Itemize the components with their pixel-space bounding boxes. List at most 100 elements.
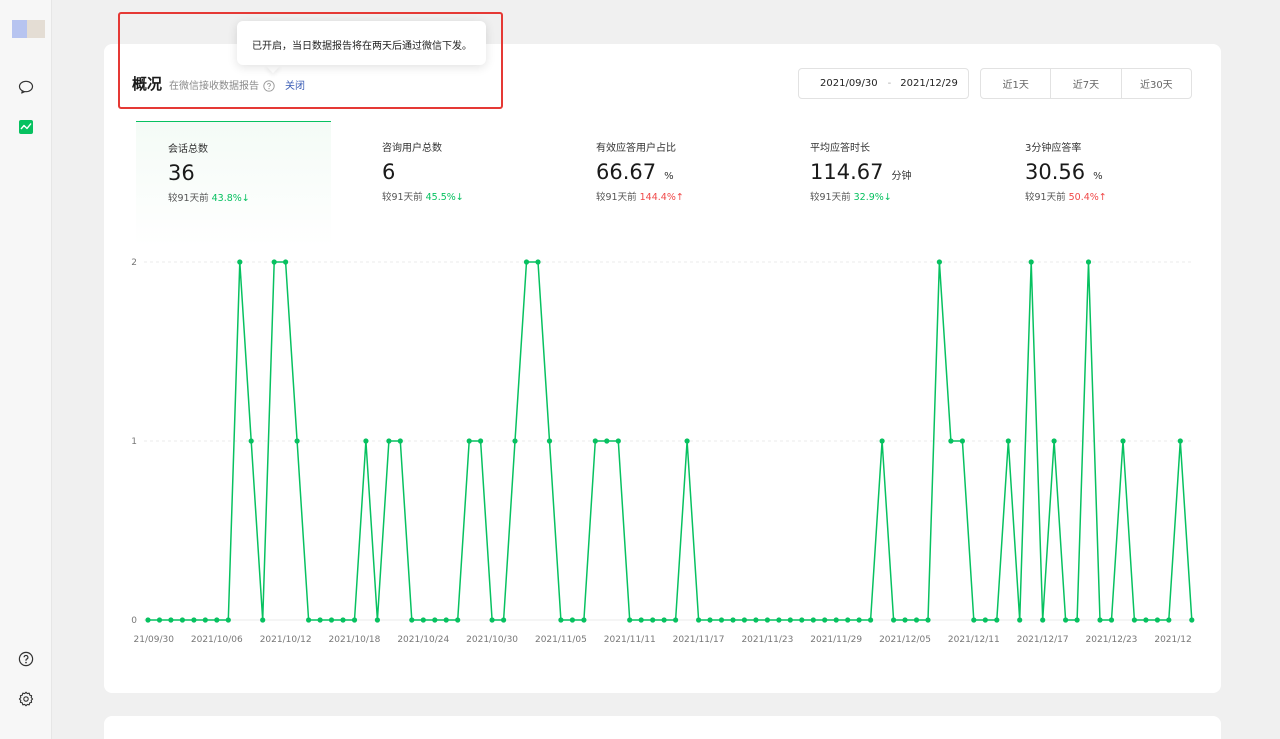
data-point [1166, 617, 1172, 623]
data-point [707, 617, 713, 623]
data-point [959, 438, 966, 444]
data-point [386, 438, 392, 444]
data-point [592, 438, 598, 444]
data-point [684, 438, 690, 444]
data-point [191, 617, 197, 623]
data-point [1085, 259, 1092, 265]
data-point [237, 259, 243, 265]
data-point [145, 617, 151, 623]
data-point [478, 438, 484, 444]
x-tick-label: 2021/10/24 [397, 635, 449, 645]
data-point [569, 617, 575, 623]
data-point [741, 617, 748, 623]
data-point [776, 617, 782, 623]
app-logo [12, 20, 45, 38]
data-point [260, 617, 266, 623]
x-tick-label: 2021/12/05 [879, 635, 931, 645]
data-point [1108, 617, 1115, 623]
x-tick-label: 2021/12/11 [948, 635, 1000, 645]
data-point [1143, 617, 1149, 623]
data-point [409, 617, 415, 623]
x-tick-label: 2021/11/17 [673, 635, 725, 645]
data-point [397, 438, 403, 444]
data-point [374, 617, 380, 623]
data-point [856, 617, 862, 623]
data-point [764, 617, 771, 623]
y-tick-label: 2 [131, 258, 137, 268]
data-point [730, 617, 736, 623]
data-point [1097, 617, 1103, 623]
data-point [994, 617, 1000, 623]
data-point [1189, 617, 1195, 623]
data-point [902, 617, 908, 623]
data-point [1028, 259, 1034, 265]
data-point [1177, 438, 1183, 444]
data-point [1017, 617, 1023, 623]
data-point [833, 617, 839, 623]
data-point [627, 617, 633, 623]
data-point [696, 617, 702, 623]
overview-card: 概况 在微信接收数据报告 关闭 2021/09/30 - 2021/12/29 … [104, 44, 1221, 693]
data-point [501, 617, 507, 623]
data-point [1154, 617, 1160, 623]
data-point [489, 617, 495, 623]
x-tick-label: 2021/09/30 [122, 635, 174, 645]
data-point [604, 438, 610, 444]
x-tick-label: 2021/11/05 [535, 635, 587, 645]
x-tick-label: 2021/11/29 [810, 635, 862, 645]
data-point [673, 617, 679, 623]
data-point [317, 617, 323, 623]
data-point [650, 617, 656, 623]
data-point [1051, 438, 1057, 444]
sidebar [0, 0, 52, 739]
data-point [306, 617, 312, 623]
data-point [340, 617, 346, 623]
x-tick-label: 2021/12/17 [1017, 635, 1069, 645]
data-point [271, 259, 277, 265]
x-tick-label: 2021/10/12 [260, 635, 312, 645]
data-point [799, 617, 805, 623]
data-point [535, 259, 541, 265]
data-point [1040, 617, 1046, 623]
chat-icon[interactable] [16, 77, 36, 97]
data-point [225, 617, 231, 623]
data-point [638, 617, 644, 623]
data-point [1005, 438, 1011, 444]
secondary-card [104, 716, 1221, 739]
x-tick-label: 2021/10/06 [191, 635, 243, 645]
data-point [822, 617, 828, 623]
y-tick-label: 0 [131, 616, 137, 626]
data-point [432, 617, 438, 623]
data-point [581, 617, 587, 623]
data-point [936, 259, 943, 265]
data-point [948, 438, 954, 444]
y-tick-label: 1 [131, 437, 137, 447]
x-tick-label: 2021/10/30 [466, 635, 518, 645]
data-point [179, 617, 185, 623]
data-chart-icon[interactable] [16, 117, 36, 137]
data-point [248, 438, 254, 444]
series-line [148, 261, 1193, 621]
data-point [455, 617, 461, 623]
data-point [845, 617, 851, 623]
data-point [810, 617, 816, 623]
data-point [283, 259, 289, 265]
data-point [982, 617, 988, 623]
data-point [156, 617, 163, 623]
data-point [913, 617, 920, 623]
data-point [420, 617, 426, 623]
x-tick-label: 2021/11/23 [741, 635, 793, 645]
data-point [214, 617, 220, 623]
data-point [718, 617, 725, 623]
settings-icon[interactable] [16, 689, 36, 709]
help-icon[interactable] [16, 649, 36, 669]
data-point [1074, 617, 1080, 623]
data-point [615, 438, 621, 444]
data-point [512, 438, 518, 444]
report-tooltip: 已开启，当日数据报告将在两天后通过微信下发。 [237, 21, 486, 65]
data-point [971, 617, 977, 623]
data-point [546, 438, 553, 444]
data-point [753, 617, 759, 623]
data-point [925, 617, 931, 623]
data-point [294, 438, 300, 444]
